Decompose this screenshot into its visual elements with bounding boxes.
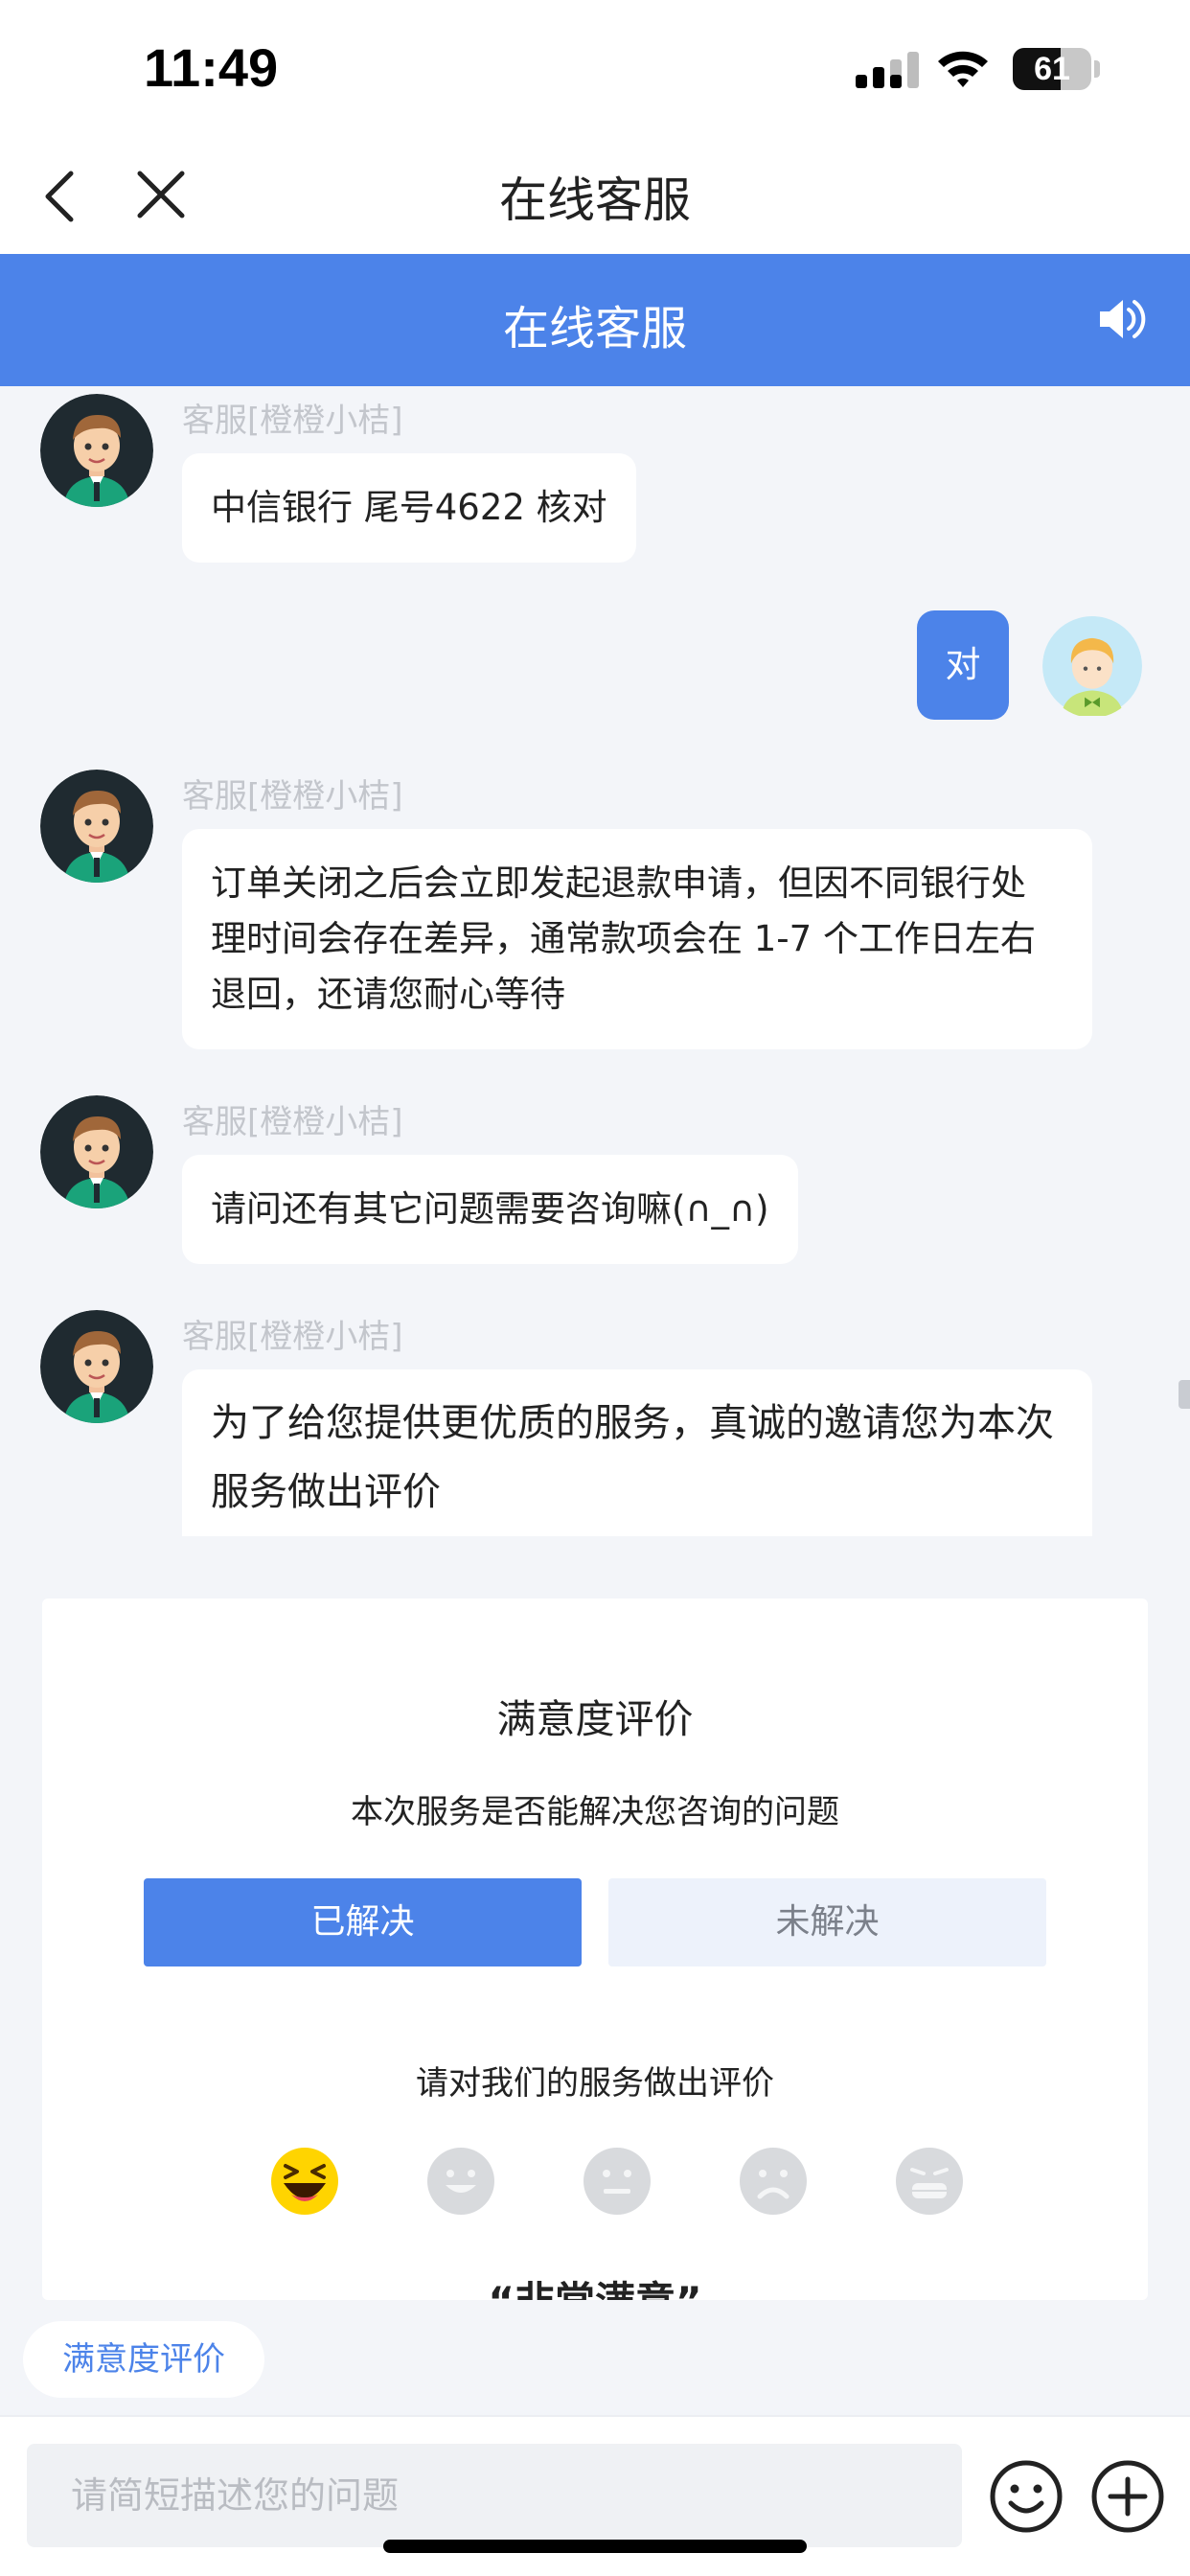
sender-name: 客服[橙橙小桔]	[182, 1318, 403, 1356]
status-time: 11:49	[144, 37, 279, 98]
add-attachment-icon[interactable]	[1090, 2459, 1165, 2534]
agent-avatar-icon	[40, 1095, 153, 1208]
user-avatar	[1042, 614, 1142, 718]
user-avatar-icon	[1042, 616, 1142, 716]
resolved-button[interactable]: 已解决	[144, 1878, 582, 1966]
agent-avatar	[40, 1310, 153, 1423]
sender-name: 客服[橙橙小桔]	[182, 402, 403, 440]
battery-level: 61	[1034, 51, 1070, 87]
unresolved-button[interactable]: 未解决	[608, 1878, 1046, 1966]
satisfaction-rating-card: 满意度评价 本次服务是否能解决您咨询的问题 已解决 未解决 请对我们的服务做出评…	[42, 1598, 1148, 2300]
sender-name: 客服[橙橙小桔]	[182, 1103, 403, 1141]
nav-bar: 在线客服	[0, 139, 1190, 254]
message-line: 订单关闭之后会立即发起退款申请，但因不同银行处	[211, 862, 1026, 904]
message-line: 为了给您提供更优质的服务，真诚的邀请您为本次	[211, 1401, 1054, 1445]
emoji-icon[interactable]	[989, 2459, 1064, 2534]
message-input[interactable]	[27, 2444, 962, 2547]
agent-avatar	[40, 770, 153, 883]
home-indicator	[383, 2540, 807, 2553]
status-bar: 11:49 61	[0, 0, 1190, 139]
wifi-icon	[938, 51, 988, 87]
speaker-icon[interactable]	[1098, 296, 1148, 342]
message-line: 退回，还请您耐心等待	[211, 974, 565, 1015]
agent-avatar-icon	[40, 394, 153, 507]
rating-prompt: 请对我们的服务做出评价	[416, 2064, 774, 2103]
very-satisfied-face-icon[interactable]	[270, 2147, 339, 2216]
unsatisfied-face-icon[interactable]	[739, 2147, 808, 2216]
agent-avatar-icon	[40, 770, 153, 883]
message-line: 理时间会存在差异，通常款项会在 1-7 个工作日左右	[211, 918, 1036, 959]
user-message-bubble: 对	[917, 610, 1009, 720]
agent-avatar	[40, 1095, 153, 1208]
agent-avatar	[40, 394, 153, 507]
very-unsatisfied-face-icon[interactable]	[895, 2147, 964, 2216]
sender-name: 客服[橙橙小桔]	[182, 777, 403, 816]
message-bubble: 中信银行 尾号4622 核对	[182, 453, 636, 563]
satisfaction-quick-reply[interactable]: 满意度评价	[23, 2321, 264, 2398]
chat-header: 在线客服	[0, 254, 1190, 386]
edge-handle[interactable]	[1179, 1380, 1190, 1409]
message-line: 服务做出评价	[211, 1470, 441, 1514]
chat-message-list[interactable]: 客服[橙橙小桔] 中信银行 尾号4622 核对 对 客服[橙橙小桔] 订单关闭之…	[0, 386, 1190, 1536]
message-bubble: 请问还有其它问题需要咨询嘛(∩_∩)	[182, 1155, 798, 1264]
rating-question: 本次服务是否能解决您咨询的问题	[351, 1793, 839, 1831]
neutral-face-icon[interactable]	[583, 2147, 652, 2216]
battery-tip	[1094, 60, 1100, 78]
message-bubble: 为了给您提供更优质的服务，真诚的邀请您为本次 服务做出评价	[182, 1369, 1092, 1536]
message-bubble: 订单关闭之后会立即发起退款申请，但因不同银行处 理时间会存在差异，通常款项会在 …	[182, 829, 1092, 1049]
rating-result-label: “非常满意”	[42, 2269, 1148, 2300]
agent-avatar-icon	[40, 1310, 153, 1423]
input-bar	[0, 2415, 1190, 2576]
cellular-signal-icon	[856, 52, 919, 88]
satisfied-face-icon[interactable]	[426, 2147, 495, 2216]
page-title: 在线客服	[499, 172, 691, 228]
rating-faces	[42, 2147, 1148, 2223]
chat-header-title: 在线客服	[502, 302, 687, 356]
rating-title: 满意度评价	[496, 1696, 694, 1742]
battery-icon: 61	[1013, 48, 1091, 90]
